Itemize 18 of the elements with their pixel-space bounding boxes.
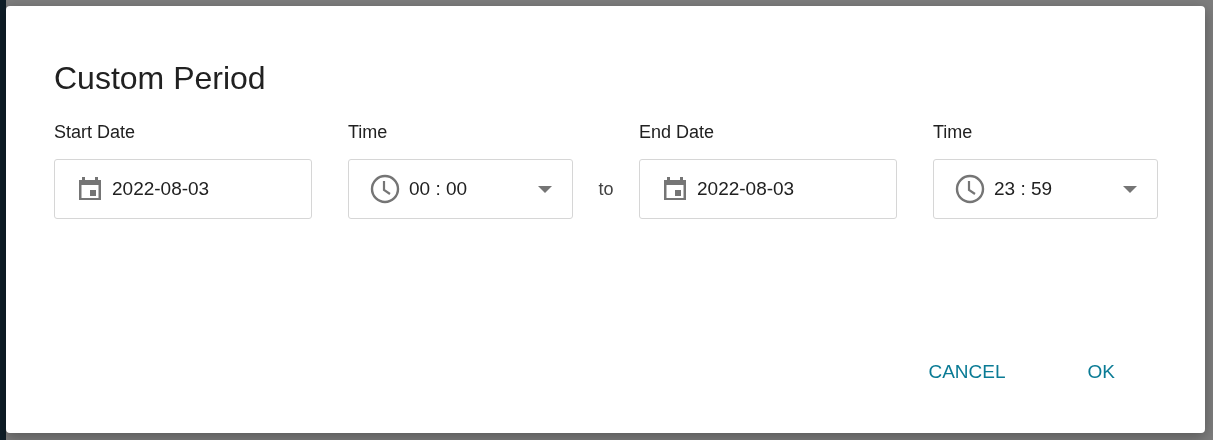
time-select[interactable]: 23 : 59 [933,159,1158,219]
field-label: Time [348,121,388,143]
calendar-icon [77,176,103,202]
field-label: End Date [639,121,715,143]
clock-icon [955,174,985,204]
field-label: Time [933,121,973,143]
time-select[interactable]: 00 : 00 [348,159,573,219]
caret-icon [538,185,552,193]
clock-icon [370,174,400,204]
calendar-icon [662,176,688,202]
field-label: Start Date [54,121,136,143]
dialog-button[interactable]: CANCEL [914,355,1020,389]
caret-icon [1123,185,1137,193]
date-field[interactable]: 2022-08-03 [54,159,312,219]
separator-text: to [598,178,614,200]
dialog-button[interactable]: OK [1073,355,1129,389]
dialog-title: Custom Period [54,59,266,97]
date-field[interactable]: 2022-08-03 [639,159,897,219]
